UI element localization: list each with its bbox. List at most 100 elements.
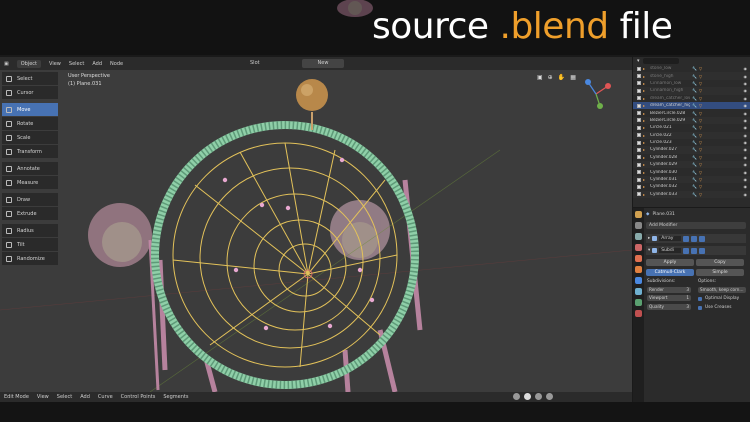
eye-icon[interactable]: ◉ xyxy=(744,74,750,79)
tool-tab-icon[interactable] xyxy=(635,211,642,218)
eye-icon[interactable]: ◉ xyxy=(744,147,750,152)
mode-selector[interactable]: Object xyxy=(16,59,42,68)
modifier-subdivision-row[interactable]: ▾ Subdi xyxy=(646,246,746,255)
outliner-row[interactable]: ▸ stone_high 🔧 ▽ ◉ xyxy=(633,72,750,80)
footer-menu-control-points[interactable]: Control Points xyxy=(121,394,156,400)
tool-tilt[interactable]: Tilt xyxy=(2,238,58,251)
quality-field[interactable]: Quality 3 xyxy=(647,304,691,310)
slot-dropdown[interactable]: Slot xyxy=(250,59,280,68)
outliner-row[interactable]: ▸ BezierCircle.029 🔧 ▽ ◉ xyxy=(633,116,750,125)
outliner-row[interactable]: ▸ Circle.023 🔧 ▽ ◉ xyxy=(633,139,750,146)
scene-tab-icon[interactable] xyxy=(635,244,642,251)
visibility-checkbox[interactable] xyxy=(637,177,641,182)
outliner-row[interactable]: ▸ Cylinder.033 🔧 ▽ ◉ xyxy=(633,190,750,199)
tool-rotate[interactable]: Rotate xyxy=(2,117,58,130)
visibility-checkbox[interactable] xyxy=(637,170,641,175)
eye-icon[interactable]: ◉ xyxy=(744,170,750,175)
apply-button[interactable]: Apply xyxy=(646,259,694,266)
3d-viewport[interactable]: User Perspective (1) Plane.031 Select Cu… xyxy=(0,70,632,392)
eye-icon[interactable]: ◉ xyxy=(744,88,750,93)
rendered-shading-icon[interactable] xyxy=(546,393,553,400)
visibility-checkbox[interactable] xyxy=(637,74,641,79)
tool-measure[interactable]: Measure xyxy=(2,176,58,189)
catmull-clark-button[interactable]: Catmull-Clark xyxy=(646,269,694,276)
outliner-row[interactable]: ▸ dream_catcher_high 🔧 ▽ ◉ xyxy=(633,101,750,110)
outliner-row[interactable]: ▸ Circle.021 🔧 ▽ ◉ xyxy=(633,124,750,131)
new-material-button[interactable]: New xyxy=(302,59,344,68)
eye-icon[interactable]: ◉ xyxy=(744,111,750,116)
visibility-checkbox[interactable] xyxy=(637,155,641,160)
footer-menu-add[interactable]: Add xyxy=(80,394,90,400)
outliner-row[interactable]: ▸ Cinnamon_high 🔧 ▽ ◉ xyxy=(633,87,750,95)
particles-tab-icon[interactable] xyxy=(635,288,642,295)
render-toggle-icon[interactable] xyxy=(699,235,706,242)
visibility-checkbox[interactable] xyxy=(637,81,641,86)
modifier-array-name[interactable]: Array xyxy=(659,236,682,241)
eye-icon[interactable]: ◉ xyxy=(744,140,750,145)
footer-menu-view[interactable]: View xyxy=(37,394,49,400)
footer-menu-segments[interactable]: Segments xyxy=(163,394,188,400)
add-modifier-dropdown[interactable]: Add Modifier xyxy=(646,222,746,229)
outliner-row[interactable]: ▸ Cylinder.027 🔧 ▽ ◉ xyxy=(633,146,750,154)
optimal-display-checkbox[interactable] xyxy=(698,297,702,301)
tool-move[interactable]: Move xyxy=(2,103,58,116)
object-tab-icon[interactable] xyxy=(635,266,642,273)
material-shading-icon[interactable] xyxy=(535,393,542,400)
eye-icon[interactable]: ◉ xyxy=(744,66,750,71)
eye-icon[interactable]: ◉ xyxy=(744,177,750,182)
collapse-icon[interactable]: ▾ xyxy=(648,248,650,253)
menu-select[interactable]: Select xyxy=(69,61,84,67)
camera-icon[interactable]: ▣ xyxy=(537,74,543,81)
visibility-checkbox[interactable] xyxy=(637,133,641,138)
footer-menu-curve[interactable]: Curve xyxy=(98,394,113,400)
outliner-row[interactable]: ▸ dream_catcher_low 🔧 ▽ ◉ xyxy=(633,95,750,102)
viewport-toggle-icon[interactable] xyxy=(691,247,698,254)
eye-icon[interactable]: ◉ xyxy=(744,192,750,197)
zoom-icon[interactable]: ⊕ xyxy=(548,74,553,81)
visibility-checkbox[interactable] xyxy=(637,162,641,167)
outliner-row[interactable]: ▸ Cylinder.029 🔧 ▽ ◉ xyxy=(633,161,750,169)
outliner-row[interactable]: ▸ Circle.022 🔧 ▽ ◉ xyxy=(633,131,750,139)
use-creases-checkbox[interactable] xyxy=(698,306,702,310)
visibility-checkbox[interactable] xyxy=(637,125,641,130)
copy-button[interactable]: Copy xyxy=(696,259,744,266)
eye-icon[interactable]: ◉ xyxy=(744,133,750,138)
tool-transform[interactable]: Transform xyxy=(2,145,58,158)
grid-view-icon[interactable]: ▦ xyxy=(570,74,576,81)
eye-icon[interactable]: ◉ xyxy=(744,118,750,123)
render-levels-field[interactable]: Render 3 xyxy=(647,287,691,293)
world-tab-icon[interactable] xyxy=(635,255,642,262)
editmode-toggle-icon[interactable] xyxy=(683,235,690,242)
modifier-tab-icon[interactable] xyxy=(635,277,642,284)
footer-menu-select[interactable]: Select xyxy=(57,394,72,400)
tool-annotate[interactable]: Annotate xyxy=(2,162,58,175)
visibility-checkbox[interactable] xyxy=(637,103,641,108)
eye-icon[interactable]: ◉ xyxy=(744,162,750,167)
outliner-row[interactable]: ▸ Cylinder.030 🔧 ▽ ◉ xyxy=(633,168,750,175)
modifier-subdivision-name[interactable]: Subdi xyxy=(659,248,682,253)
menu-add[interactable]: Add xyxy=(92,61,102,67)
eye-icon[interactable]: ◉ xyxy=(744,96,750,101)
visibility-checkbox[interactable] xyxy=(637,147,641,152)
wireframe-shading-icon[interactable] xyxy=(513,393,520,400)
hand-pan-icon[interactable]: ✋ xyxy=(558,74,565,81)
outliner-row[interactable]: ▸ Cinnamon_low 🔧 ▽ ◉ xyxy=(633,80,750,87)
expand-icon[interactable]: ▸ xyxy=(648,236,650,241)
visibility-checkbox[interactable] xyxy=(637,66,641,71)
eye-icon[interactable]: ◉ xyxy=(744,125,750,130)
render-toggle-icon[interactable] xyxy=(699,247,706,254)
outliner-search-input[interactable] xyxy=(642,58,679,64)
material-tab-icon[interactable] xyxy=(635,310,642,317)
mode-dropdown[interactable]: Edit Mode xyxy=(4,394,29,400)
menu-view[interactable]: View xyxy=(49,61,61,67)
modifier-array-row[interactable]: ▸ Array xyxy=(646,234,746,243)
outliner-row[interactable]: ▸ stone_low 🔧 ▽ ◉ xyxy=(633,65,750,72)
eye-icon[interactable]: ◉ xyxy=(744,155,750,160)
tool-select[interactable]: Select xyxy=(2,72,58,85)
editmode-toggle-icon[interactable] xyxy=(683,247,690,254)
tool-randomize[interactable]: Randomize xyxy=(2,252,58,265)
visibility-checkbox[interactable] xyxy=(637,184,641,189)
tool-cursor[interactable]: Cursor xyxy=(2,86,58,99)
outliner-row[interactable]: ▸ Cylinder.031 🔧 ▽ ◉ xyxy=(633,175,750,184)
outliner-row[interactable]: ▸ Cylinder.028 🔧 ▽ ◉ xyxy=(633,154,750,161)
